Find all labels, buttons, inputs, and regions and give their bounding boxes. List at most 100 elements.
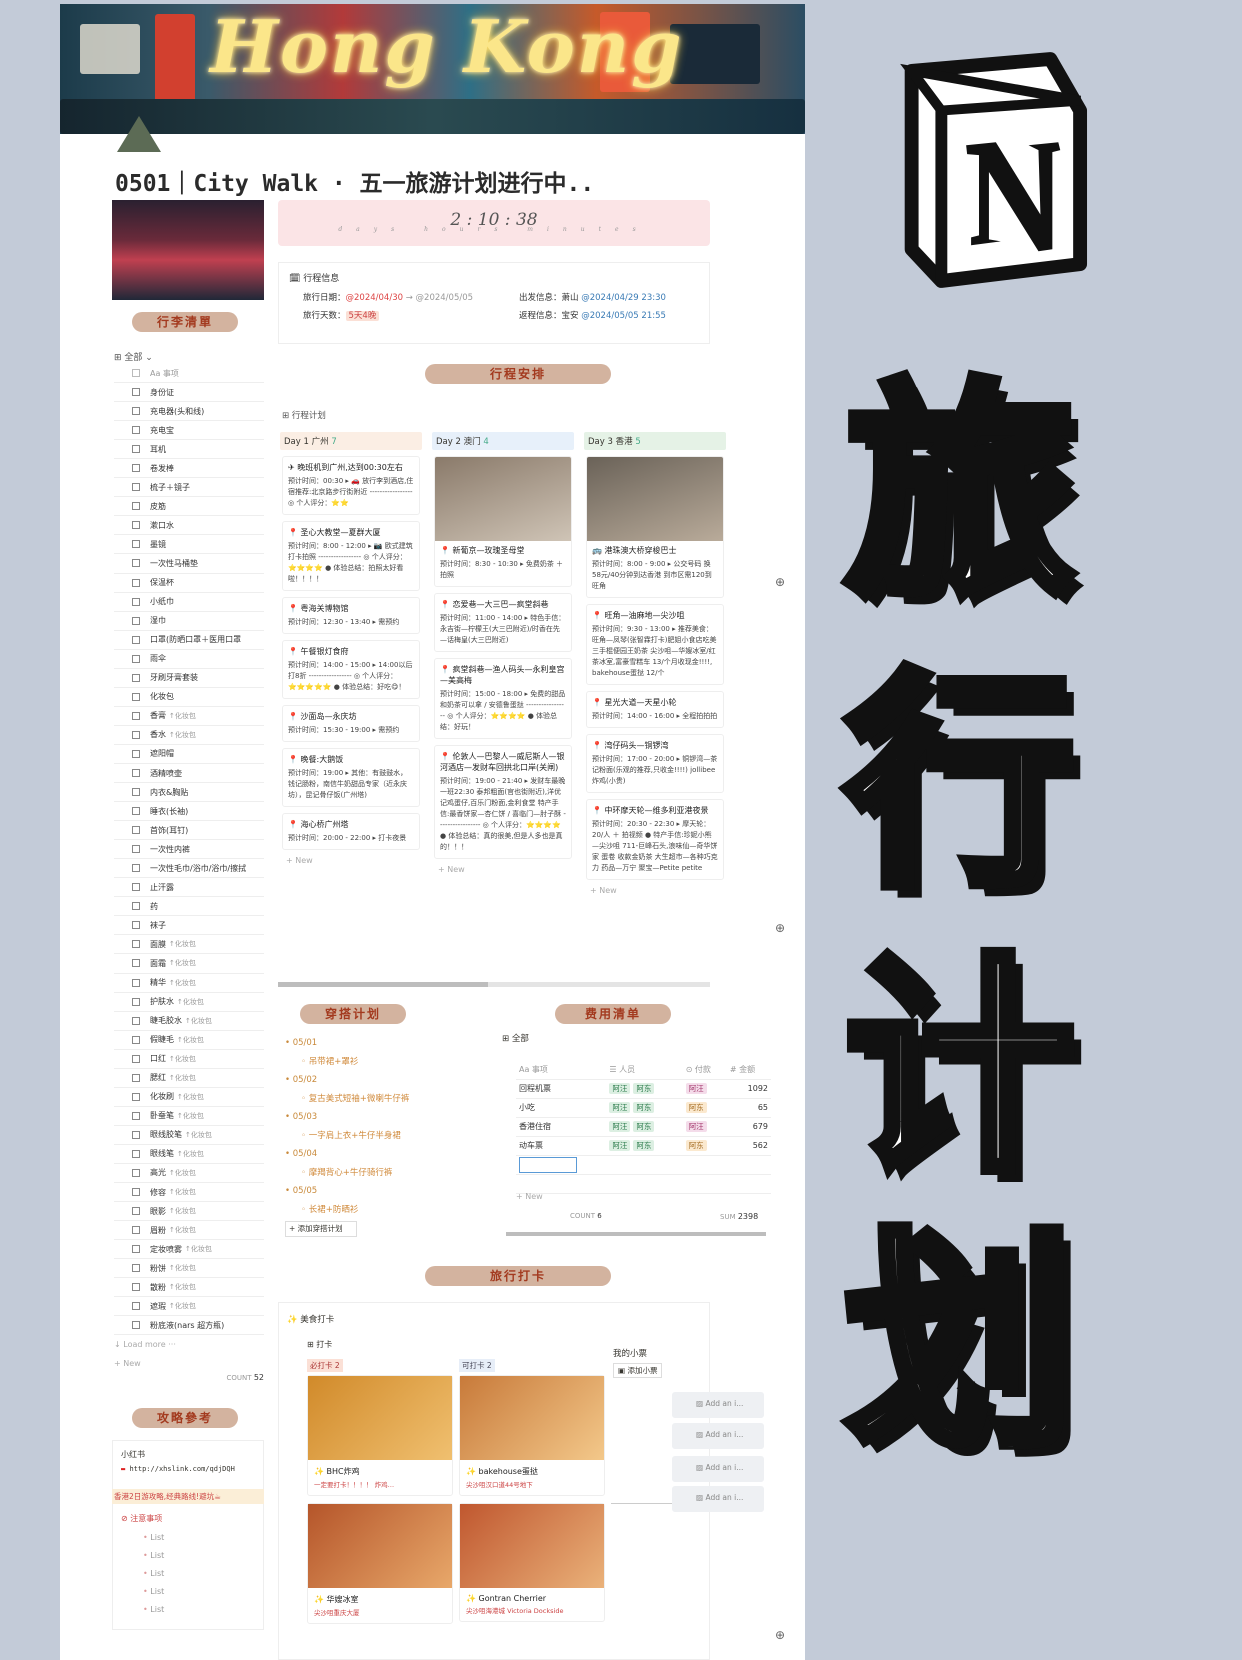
outfit-day[interactable]: • 05/03 xyxy=(285,1108,445,1127)
schedule-card[interactable]: 📍 午餐银灯食府 预计时间：14:00 - 15:00 ▸ 14:00以后打8折 … xyxy=(282,640,420,699)
checkbox[interactable] xyxy=(132,521,140,530)
pack-item[interactable]: 墨镜 xyxy=(114,535,264,555)
checkbox[interactable] xyxy=(132,902,140,911)
load-more[interactable]: ↓ Load more ··· xyxy=(114,1335,264,1354)
pack-item[interactable]: 化妆包 xyxy=(114,688,264,707)
pack-item[interactable]: 充电宝 xyxy=(114,421,264,441)
list-item[interactable]: • List xyxy=(143,1601,164,1619)
pack-item[interactable]: 湿巾 xyxy=(114,612,264,631)
outfit-day[interactable]: • 05/05 xyxy=(285,1182,445,1201)
checkbox[interactable] xyxy=(132,616,140,625)
cost-empty-row[interactable] xyxy=(516,1155,771,1175)
checkbox[interactable] xyxy=(132,635,140,644)
schedule-card[interactable]: 📍 海心桥广州塔 预计时间：20:00 - 22:00 ▸ 打卡夜景 xyxy=(282,813,420,850)
pack-item[interactable]: 止汗露 xyxy=(114,878,264,898)
cost-view-tab[interactable]: ⊞ 全部 xyxy=(502,1032,529,1044)
pack-item[interactable]: 充电器(头和线) xyxy=(114,402,264,422)
checkbox[interactable] xyxy=(132,1149,140,1158)
schedule-card[interactable]: 📍 旺角—油麻地—尖沙咀 预计时间：9:30 - 13:00 ▸ 推荐美食：旺角—… xyxy=(586,604,724,685)
checkbox[interactable] xyxy=(132,788,140,797)
pack-item[interactable]: 保温杯 xyxy=(114,574,264,593)
checkbox[interactable] xyxy=(132,426,140,435)
add-ticket-button[interactable]: ▣ 添加小票 xyxy=(613,1363,663,1378)
pack-item[interactable]: 香水 ↑化妆包 xyxy=(114,726,264,745)
cost-row[interactable]: 香港住宿 阿汪 阿东 阿汪 679 xyxy=(516,1117,771,1137)
pack-item[interactable]: 粉饼 ↑化妆包 xyxy=(114,1259,264,1279)
checkbox[interactable] xyxy=(132,921,140,930)
checkbox[interactable] xyxy=(132,559,140,568)
schedule-card[interactable]: 📍 圣心大教堂—夏群大厦 预计时间：8:00 - 12:00 ▸ 📷 欧式建筑打卡… xyxy=(282,521,420,591)
food-card[interactable]: ✨ Gontran Cherrier 尖沙咀海港城 Victoria Docksi… xyxy=(459,1503,605,1622)
pack-item[interactable]: 皮筋 xyxy=(114,497,264,517)
checkin-board-tab[interactable]: ⊞ 打卡 xyxy=(307,1339,332,1350)
pack-item[interactable]: 小纸巾 xyxy=(114,593,264,612)
pack-item[interactable]: 定妆喷雾 ↑化妆包 xyxy=(114,1240,264,1260)
checkbox[interactable] xyxy=(132,483,140,492)
outfit-day[interactable]: • 05/02 xyxy=(285,1071,445,1090)
checkbox[interactable] xyxy=(132,673,140,682)
checkbox[interactable] xyxy=(132,1111,140,1120)
list-item[interactable]: • List xyxy=(143,1583,164,1601)
h-scrollbar[interactable] xyxy=(278,982,710,987)
pack-item[interactable]: 一次性马桶垫 xyxy=(114,554,264,574)
pack-item[interactable]: 药 xyxy=(114,897,264,917)
schedule-card[interactable]: 📍 恋爱巷—大三巴—疯堂斜巷 预计时间：11:00 - 14:00 ▸ 特色手信：… xyxy=(434,593,572,652)
add-image-button[interactable]: ▨ Add an i... xyxy=(672,1456,764,1482)
checkbox[interactable] xyxy=(132,1130,140,1139)
pack-item[interactable]: 酒精喷壶 xyxy=(114,764,264,784)
checkbox[interactable] xyxy=(132,959,140,968)
checkbox[interactable] xyxy=(132,711,140,720)
schedule-card[interactable]: 📍 沙面岛—永庆坊 预计时间：15:30 - 19:00 ▸ 需预约 xyxy=(282,705,420,742)
list-item[interactable]: • List xyxy=(143,1529,164,1547)
pack-item[interactable]: 眼影 ↑化妆包 xyxy=(114,1202,264,1222)
pack-view-tab[interactable]: ⊞ 全部 ⌄ xyxy=(114,350,153,363)
pack-item[interactable]: 假睫毛 ↑化妆包 xyxy=(114,1031,264,1050)
checkbox[interactable] xyxy=(132,1073,140,1082)
pack-item[interactable]: 遮瑕 ↑化妆包 xyxy=(114,1297,264,1317)
checkbox[interactable] xyxy=(132,1321,140,1330)
checkbox[interactable] xyxy=(132,654,140,663)
pack-item[interactable]: 遮阳帽 xyxy=(114,745,264,764)
pack-item[interactable]: 睫毛胶水 ↑化妆包 xyxy=(114,1012,264,1031)
checkbox[interactable] xyxy=(132,749,140,758)
checkbox[interactable] xyxy=(132,940,140,949)
schedule-card[interactable]: 📍 星光大道—天星小轮 预计时间：14:00 - 16:00 ▸ 全程拍拍拍 xyxy=(586,691,724,728)
checkbox[interactable] xyxy=(132,407,140,416)
pack-item[interactable]: 粉底液(nars 超方瓶) xyxy=(114,1316,264,1336)
schedule-card[interactable]: 📍 疯堂斜巷—渔人码头—永利皇宫—美高梅 预计时间：15:00 - 18:00 ▸… xyxy=(434,658,572,739)
pack-item[interactable]: 耳机 xyxy=(114,440,264,460)
pack-item[interactable]: 袜子 xyxy=(114,916,264,936)
pack-item[interactable]: 口红 ↑化妆包 xyxy=(114,1050,264,1069)
pack-item[interactable]: 面霜 ↑化妆包 xyxy=(114,954,264,974)
column-new-button[interactable]: + New xyxy=(584,886,726,895)
pack-item[interactable]: 化妆刷 ↑化妆包 xyxy=(114,1088,264,1107)
plus-icon[interactable]: ⊕ xyxy=(775,921,785,935)
page-icon[interactable] xyxy=(117,116,161,152)
checkbox[interactable] xyxy=(132,1054,140,1063)
checkbox[interactable] xyxy=(132,826,140,835)
schedule-card[interactable]: ✈ 晚班机到广州,达到00:30左右 预计时间：00:30 ▸ 🚗 放行李到酒店,… xyxy=(282,456,420,515)
pack-item[interactable]: 睡衣(长袖) xyxy=(114,802,264,822)
list-item[interactable]: • List xyxy=(143,1547,164,1565)
checkbox[interactable] xyxy=(132,1168,140,1177)
checkbox[interactable] xyxy=(132,445,140,454)
food-card[interactable]: ✨ 华嫂冰室 尖沙咀重庆大厦 xyxy=(307,1503,453,1624)
pack-item[interactable]: 一次性毛巾/浴巾/浴巾/擦拭 xyxy=(114,859,264,879)
pack-item[interactable]: 首饰(耳钉) xyxy=(114,821,264,841)
checkbox[interactable] xyxy=(132,1016,140,1025)
schedule-card[interactable]: 📍 中环摩天轮—维多利亚港夜景 预计时间：20:30 - 22:30 ▸ 摩天轮：… xyxy=(586,799,724,880)
checkbox[interactable] xyxy=(132,845,140,854)
checkbox[interactable] xyxy=(132,1264,140,1273)
checkbox[interactable] xyxy=(132,578,140,587)
cost-row[interactable]: 动车票 阿汪 阿东 阿东 562 xyxy=(516,1136,771,1156)
checkbox[interactable] xyxy=(132,864,140,873)
pack-item[interactable]: 一次性内裤 xyxy=(114,840,264,860)
pack-item[interactable]: 眼线胶笔 ↑化妆包 xyxy=(114,1126,264,1145)
page-title[interactable]: 0501｜City Walk · 五一旅游计划进行中.. xyxy=(115,164,594,198)
pack-item[interactable]: 梳子＋镜子 xyxy=(114,478,264,498)
cost-row[interactable]: 小吃 阿汪 阿东 阿东 65 xyxy=(516,1098,771,1118)
pack-item[interactable]: 口罩(防晒口罩＋医用口罩 xyxy=(114,631,264,650)
plus-icon[interactable]: ⊕ xyxy=(775,575,785,589)
schedule-card[interactable]: 📍 湾仔码头—铜锣湾 预计时间：17:00 - 20:00 ▸ 铜锣湾—茶记粉面(… xyxy=(586,734,724,793)
add-image-button[interactable]: ▨ Add an i... xyxy=(672,1423,764,1449)
